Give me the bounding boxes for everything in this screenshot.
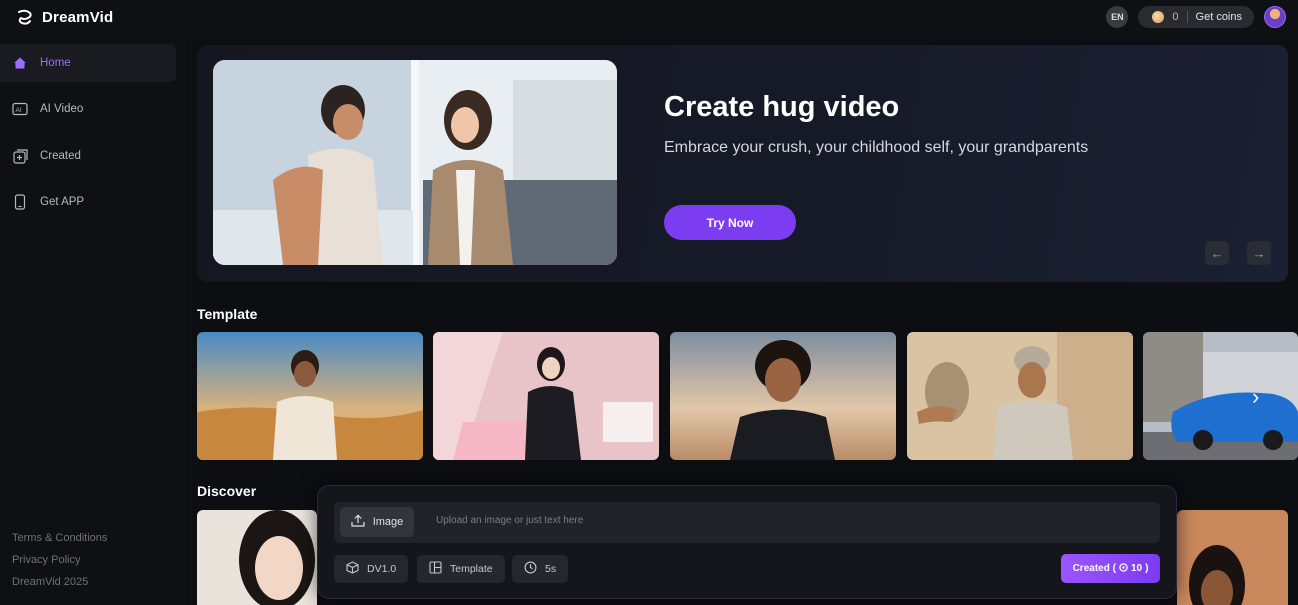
sidebar: Home AI AI Video Created Get APP Terms &…: [0, 34, 186, 605]
create-cost: 10: [1130, 563, 1143, 574]
privacy-link[interactable]: Privacy Policy: [12, 554, 80, 566]
hero-subtitle: Embrace your crush, your childhood self,…: [664, 139, 1089, 156]
dreamvid-logo-icon: [16, 8, 34, 26]
phone-icon: [12, 194, 28, 210]
layout-icon: [429, 561, 442, 577]
hero-next-button[interactable]: →: [1247, 241, 1271, 265]
logo[interactable]: DreamVid: [16, 8, 113, 26]
sidebar-item-label: AI Video: [40, 103, 84, 115]
sidebar-item-home[interactable]: Home: [0, 44, 176, 82]
arrow-left-icon: ←: [1210, 245, 1224, 261]
language-label: EN: [1111, 12, 1124, 22]
template-card[interactable]: [670, 332, 896, 460]
sidebar-item-get-app[interactable]: Get APP: [0, 183, 176, 221]
prompt-composer: Image Upload an image or just text here …: [317, 485, 1177, 599]
template-card[interactable]: [907, 332, 1133, 460]
prompt-placeholder: Upload an image or just text here: [436, 515, 584, 526]
template-label: Template: [450, 563, 493, 575]
hero-title: Create hug video: [664, 91, 900, 123]
terms-link[interactable]: Terms & Conditions: [12, 532, 107, 544]
home-icon: [12, 55, 28, 71]
duration-label: 5s: [545, 563, 557, 575]
template-card[interactable]: [433, 332, 659, 460]
create-button[interactable]: Created ( 10 ): [1061, 554, 1160, 583]
svg-text:AI: AI: [16, 107, 22, 114]
create-suffix: ): [1145, 563, 1149, 574]
discover-card[interactable]: [1177, 510, 1288, 605]
sidebar-item-label: Created: [40, 150, 81, 162]
hero-banner: Create hug video Embrace your crush, you…: [197, 45, 1288, 282]
try-now-button[interactable]: Try Now: [664, 205, 796, 240]
template-next-button[interactable]: ›: [1252, 384, 1259, 410]
top-bar: DreamVid EN 0 Get coins: [0, 0, 1298, 34]
divider: [1186, 11, 1188, 23]
hero-image: [213, 60, 617, 265]
hero-prev-button[interactable]: ←: [1205, 241, 1229, 265]
duration-select[interactable]: 5s: [512, 555, 569, 583]
language-button[interactable]: EN: [1106, 6, 1129, 28]
coin-icon: [1119, 562, 1128, 575]
get-coins-label: Get coins: [1195, 11, 1242, 23]
copyright: DreamVid 2025: [12, 576, 89, 588]
template-card[interactable]: [197, 332, 423, 460]
template-card[interactable]: [1143, 332, 1298, 460]
upload-icon: [351, 514, 365, 530]
model-label: DV1.0: [367, 563, 397, 575]
template-section-title: Template: [197, 306, 258, 322]
coins-count: 0: [1172, 11, 1179, 23]
cube-icon: [346, 561, 359, 577]
ai-video-icon: AI: [12, 101, 28, 117]
arrow-right-icon: →: [1252, 245, 1266, 261]
image-button-label: Image: [372, 516, 404, 528]
sidebar-item-created[interactable]: Created: [0, 137, 176, 175]
clock-icon: [524, 561, 537, 577]
discover-card[interactable]: [197, 510, 317, 605]
coins-pill[interactable]: 0 Get coins: [1138, 6, 1254, 28]
image-upload-button[interactable]: Image: [340, 507, 414, 537]
app-name: DreamVid: [42, 8, 114, 26]
discover-section-title: Discover: [197, 483, 257, 499]
create-prefix: Created (: [1072, 563, 1116, 574]
sidebar-item-ai-video[interactable]: AI AI Video: [0, 90, 176, 128]
prompt-input[interactable]: Image Upload an image or just text here: [334, 502, 1160, 543]
model-select[interactable]: DV1.0: [334, 555, 409, 583]
coin-icon: [1152, 11, 1165, 23]
sidebar-item-label: Home: [40, 57, 71, 69]
sidebar-item-label: Get APP: [40, 196, 85, 208]
template-select[interactable]: Template: [417, 555, 505, 583]
avatar[interactable]: [1264, 6, 1286, 28]
created-icon: [12, 148, 28, 164]
